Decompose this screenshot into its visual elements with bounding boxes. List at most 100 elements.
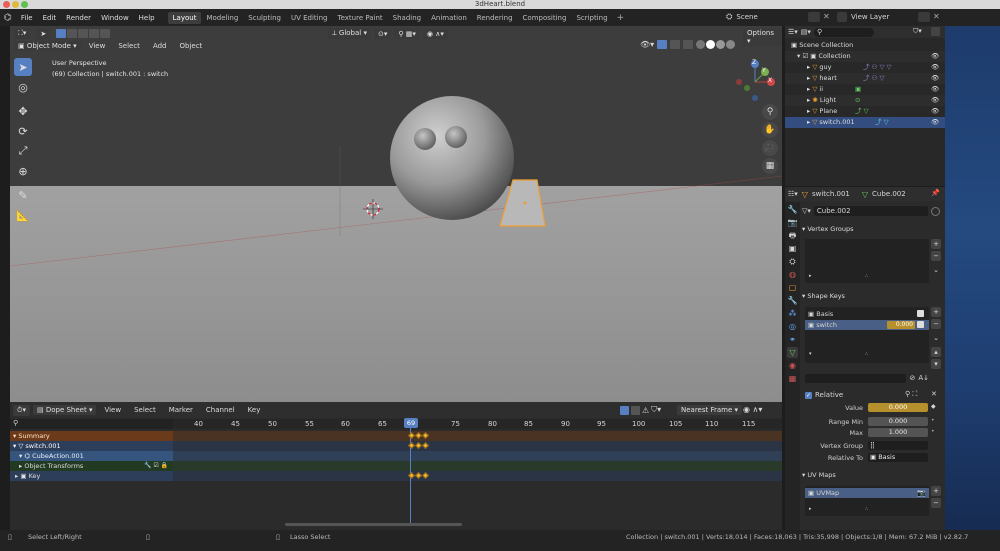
- channel-controls-icon[interactable]: 🔧 ☑ 🔒: [144, 461, 168, 471]
- shape-key-value[interactable]: 0.000: [887, 321, 915, 329]
- measure-tool[interactable]: 📐: [14, 206, 32, 224]
- invert-filter-icon[interactable]: ⊘: [909, 374, 915, 382]
- outliner-item-light[interactable]: ▸ ✺ Light ⊙ 👁: [785, 95, 945, 106]
- dope-menu-view[interactable]: View: [99, 406, 126, 414]
- scale-tool[interactable]: ⤢: [14, 142, 32, 160]
- scene-name[interactable]: Scene: [736, 13, 757, 21]
- menu-window[interactable]: Window: [96, 14, 134, 22]
- outliner-item-guy[interactable]: ▸ ▽ guy ⤴ ⚇ ▽ ▽ 👁: [785, 62, 945, 73]
- show-hidden-icon[interactable]: [631, 405, 640, 415]
- eye-icon[interactable]: 👁: [931, 84, 939, 95]
- perspective-toggle-icon[interactable]: ▦: [762, 158, 778, 174]
- sort-icon[interactable]: A↓: [918, 374, 929, 382]
- eye-icon[interactable]: 👁: [931, 117, 939, 128]
- dope-menu-select[interactable]: Select: [129, 406, 161, 414]
- remove-vertex-group-button[interactable]: −: [931, 251, 941, 261]
- dope-mode-dropdown[interactable]: ▤ Dope Sheet ▾: [32, 405, 97, 415]
- remove-shape-key-button[interactable]: −: [931, 319, 941, 329]
- tab-layout[interactable]: Layout: [167, 11, 202, 24]
- vertex-group-field[interactable]: ⣿: [868, 441, 928, 450]
- add-shape-key-button[interactable]: +: [931, 307, 941, 317]
- editor-type-icon[interactable]: ⛶▾: [14, 28, 31, 39]
- zoom-icon[interactable]: ⚲: [762, 104, 778, 120]
- scene-tab-icon[interactable]: ⛭: [787, 256, 798, 267]
- channel-action[interactable]: ▾ ⌬ CubeAction.001: [10, 451, 173, 461]
- xray-toggle-icon[interactable]: [683, 40, 694, 49]
- constraints-tab-icon[interactable]: ⚭: [787, 334, 798, 345]
- shape-key-checkbox[interactable]: [917, 321, 924, 328]
- modifier-tab-icon[interactable]: 🔧: [787, 295, 798, 306]
- close-window-icon[interactable]: [3, 1, 10, 8]
- object-mode-dropdown[interactable]: ▣ Object Mode ▾: [14, 41, 81, 51]
- 3d-viewport[interactable]: [10, 26, 782, 402]
- viewport-menu-view[interactable]: View: [84, 42, 111, 50]
- uv-maps-panel-header[interactable]: ▾ UV Maps: [802, 469, 942, 481]
- world-tab-icon[interactable]: ◍: [787, 269, 798, 280]
- value-field[interactable]: 0.000: [868, 403, 928, 412]
- eye-icon[interactable]: 👁: [931, 51, 939, 62]
- eye-icon[interactable]: 👁: [931, 95, 939, 106]
- uv-map-item[interactable]: ▣ UVMap 📷: [805, 488, 929, 498]
- shape-keys-panel-header[interactable]: ▾ Shape Keys: [802, 290, 942, 302]
- outliner-editor-type-icon[interactable]: ☰▾: [788, 28, 798, 36]
- vertex-group-menu-icon[interactable]: ⌄: [931, 265, 941, 275]
- relative-to-field[interactable]: ▣ Basis: [868, 453, 928, 462]
- remove-uv-map-button[interactable]: −: [931, 498, 941, 508]
- only-selected-icon[interactable]: [620, 405, 629, 415]
- transform-orientation-dropdown[interactable]: ⟂ Global ▾: [328, 28, 371, 39]
- outliner-item-heart[interactable]: ▸ ▽ heart ⤴ ⚇ ▽ 👁: [785, 73, 945, 84]
- pin-icon[interactable]: 📌: [931, 189, 940, 197]
- particles-tab-icon[interactable]: ⁂: [787, 308, 798, 319]
- new-selection-icon[interactable]: [56, 29, 67, 38]
- tab-modeling[interactable]: Modeling: [201, 12, 243, 24]
- channel-summary[interactable]: ▾ Summary: [10, 431, 173, 441]
- snap-icon[interactable]: ⚲ ▦▾: [394, 28, 420, 39]
- eye-icon[interactable]: 👁: [931, 73, 939, 84]
- blender-logo-icon[interactable]: ⌬: [4, 13, 12, 23]
- outliner-filter-icon[interactable]: ⛉▾: [913, 27, 922, 36]
- solid-shading-icon[interactable]: [706, 40, 716, 49]
- current-frame-indicator[interactable]: 69: [404, 418, 418, 428]
- rotate-tool[interactable]: ⟳: [14, 122, 32, 140]
- minimize-window-icon[interactable]: [12, 1, 19, 8]
- tool-settings-tab-icon[interactable]: 🔧: [787, 204, 798, 215]
- menu-render[interactable]: Render: [61, 14, 96, 22]
- annotate-tool[interactable]: ✎: [14, 186, 32, 204]
- shape-key-filter-input[interactable]: [805, 373, 907, 383]
- select-box-tool[interactable]: ➤: [14, 58, 32, 76]
- physics-tab-icon[interactable]: ◎: [787, 321, 798, 332]
- relative-checkbox[interactable]: ✓: [805, 391, 812, 399]
- camera-icon[interactable]: 📷: [917, 488, 926, 498]
- fake-user-icon[interactable]: [931, 206, 940, 216]
- add-vertex-group-button[interactable]: +: [931, 239, 941, 249]
- max-field[interactable]: 1.000: [868, 428, 928, 437]
- render-tab-icon[interactable]: 📷: [787, 217, 798, 228]
- add-uv-map-button[interactable]: +: [931, 486, 941, 496]
- dope-menu-channel[interactable]: Channel: [201, 406, 240, 414]
- wireframe-shading-icon[interactable]: [696, 40, 706, 49]
- overlay-toggle-icon[interactable]: [670, 40, 681, 49]
- outliner-collection[interactable]: ▾ ☑ ▣ Collection 👁: [785, 51, 945, 62]
- options-dropdown[interactable]: Options ▾: [743, 28, 782, 46]
- outliner-search-input[interactable]: ⚲: [813, 27, 874, 37]
- dope-sheet-editor[interactable]: ⏱▾ ▤ Dope Sheet ▾ View Select Marker Cha…: [10, 402, 782, 530]
- view-layer-tab-icon[interactable]: ▣: [787, 243, 798, 254]
- display-mode-icon[interactable]: ▤▾: [801, 28, 811, 36]
- cursor-tool[interactable]: ◎: [14, 78, 32, 96]
- dope-proportional-icon[interactable]: ◉ ∧▾: [743, 405, 762, 414]
- tab-texture-paint[interactable]: Texture Paint: [333, 12, 388, 24]
- channel-key[interactable]: ▸ ▣ Key: [10, 471, 173, 481]
- dope-editor-type-icon[interactable]: ⏱▾: [13, 404, 30, 416]
- subtract-selection-icon[interactable]: [78, 29, 89, 38]
- menu-file[interactable]: File: [16, 14, 38, 22]
- add-workspace-icon[interactable]: +: [613, 13, 629, 23]
- delete-scene-icon[interactable]: ✕: [823, 12, 831, 22]
- object-tab-icon[interactable]: ▢: [787, 282, 798, 293]
- proportional-edit-icon[interactable]: ◉ ∧▾: [422, 28, 448, 39]
- material-tab-icon[interactable]: ◉: [787, 360, 798, 371]
- tab-animation[interactable]: Animation: [426, 12, 472, 24]
- uv-maps-list[interactable]: ▣ UVMap 📷 ▸ ∴: [805, 486, 929, 516]
- menu-edit[interactable]: Edit: [38, 14, 62, 22]
- filter-icon[interactable]: ⛉▾: [651, 405, 661, 415]
- outliner-scene-collection[interactable]: ▣ Scene Collection: [785, 40, 945, 51]
